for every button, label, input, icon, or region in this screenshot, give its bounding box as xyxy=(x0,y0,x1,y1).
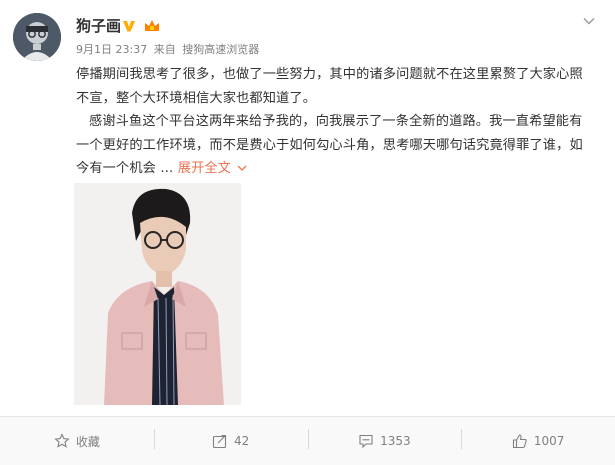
username[interactable]: 狗子画 xyxy=(76,16,121,36)
share-icon xyxy=(212,434,227,449)
weibo-post-card: 狗子画 9月1日 23:37 来自 搜狗高速浏览器 停播期间我思考了很多，也做了… xyxy=(0,0,615,465)
post-paragraph-1: 停播期间我思考了很多，也做了一些努力，其中的诸多问题就不在这里累赘了大家心照不宣… xyxy=(76,67,583,106)
like-count: 1007 xyxy=(533,434,565,448)
thumbs-up-icon xyxy=(512,434,527,449)
post-meta: 9月1日 23:37 来自 搜狗高速浏览器 xyxy=(76,42,262,58)
comment-icon xyxy=(359,434,373,449)
repost-button[interactable]: 42 xyxy=(153,417,308,465)
post-paragraph-2-text: 感谢斗鱼这个平台这两年来给予我的，向我展示了一条全新的道路。我一直希望能有一个更… xyxy=(76,114,583,176)
vip-crown-icon[interactable] xyxy=(143,18,161,34)
expand-chevron-icon[interactable] xyxy=(237,163,247,173)
favorite-label: 收藏 xyxy=(75,434,100,449)
post-image[interactable] xyxy=(74,183,241,405)
expand-full-text-link[interactable]: 展开全文 xyxy=(178,161,247,176)
post-content: 停播期间我思考了很多，也做了一些努力，其中的诸多问题就不在这里累赘了大家心照不宣… xyxy=(76,63,591,181)
comment-count: 1353 xyxy=(380,434,411,448)
post-action-bar: 收藏 42 1353 1007 xyxy=(0,417,615,465)
post-date[interactable]: 9月1日 23:37 xyxy=(76,43,147,56)
expand-label[interactable]: 展开全文 xyxy=(178,161,231,176)
favorite-button[interactable]: 收藏 xyxy=(0,417,154,465)
source-prefix: 来自 xyxy=(153,43,176,56)
user-avatar[interactable] xyxy=(13,13,61,61)
verified-v-icon xyxy=(123,21,135,32)
like-button[interactable]: 1007 xyxy=(461,417,615,465)
star-icon xyxy=(54,433,70,448)
chevron-down-icon[interactable] xyxy=(581,13,597,29)
repost-count: 42 xyxy=(233,434,250,448)
post-paragraph-2: 感谢斗鱼这个平台这两年来给予我的，向我展示了一条全新的道路。我一直希望能有一个更… xyxy=(76,110,591,181)
comment-button[interactable]: 1353 xyxy=(307,417,462,465)
post-source[interactable]: 搜狗高速浏览器 xyxy=(182,43,259,56)
